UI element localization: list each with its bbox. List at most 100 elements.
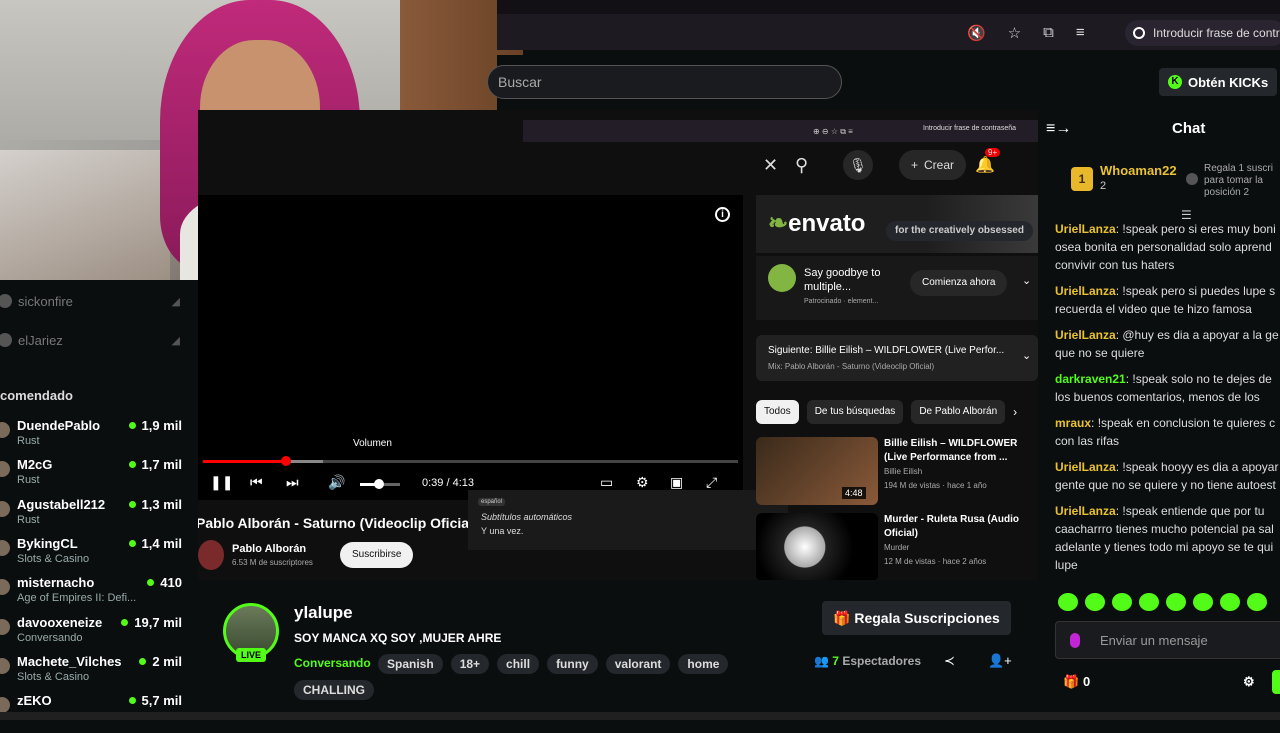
get-kicks-button[interactable]: K Obtén KICKs [1159, 68, 1278, 96]
follow-icon[interactable]: 👤+ [988, 653, 1012, 669]
extensions-icon[interactable]: ⧉ [1043, 24, 1054, 42]
create-button[interactable]: + Crear [899, 150, 967, 180]
volume-icon[interactable]: 🔊 [328, 474, 345, 491]
related-video[interactable]: Murder - Ruleta Rusa (Audio Oficial) Mur… [756, 513, 1038, 580]
chip-all[interactable]: Todos [756, 400, 799, 424]
tag[interactable]: 18+ [450, 654, 490, 674]
pause-icon[interactable]: ❚❚ [210, 474, 233, 491]
mute-tab-icon[interactable]: 🔇 [967, 24, 986, 42]
chevron-right-icon[interactable]: › [1013, 400, 1017, 426]
tag[interactable]: CHALLING [294, 680, 374, 700]
avatar [0, 618, 10, 635]
avatar [0, 579, 10, 596]
send-button[interactable] [1272, 670, 1280, 694]
share-icon[interactable]: ≺ [944, 653, 955, 669]
chat-username[interactable]: UrielLanza [1055, 284, 1116, 298]
gear-icon[interactable]: ⚙ [1243, 674, 1255, 690]
search-icon[interactable]: ⚲ [795, 155, 808, 176]
tag[interactable]: Spanish [378, 654, 443, 674]
chat-username[interactable]: darkraven21 [1055, 372, 1126, 386]
chat-username[interactable]: UrielLanza [1055, 328, 1116, 342]
emote[interactable] [1193, 593, 1213, 611]
up-next-box[interactable]: Siguiente: Billie Eilish – WILDFLOWER (L… [756, 335, 1038, 381]
captions-icon[interactable]: ▭ [600, 474, 613, 491]
live-dot-icon [128, 539, 136, 547]
channel-name[interactable]: ylalupe [294, 603, 353, 623]
next-icon[interactable]: ⏭ [286, 474, 299, 491]
chat-message: mraux: !speak en conclusion te quieres c… [1055, 416, 1279, 448]
sidebar-recommended-item[interactable]: M2cG Rust 1,7 mil [0, 457, 198, 497]
browser-tabs[interactable] [497, 0, 1280, 14]
live-dot-icon [128, 422, 136, 429]
gift-icon[interactable]: 🎁 [1063, 674, 1079, 690]
ad-banner[interactable]: ❧envato for the creatively obsessed [756, 195, 1038, 253]
sidebar-recommended-item[interactable]: misternacho Age of Empires II: Defi... 410 [0, 575, 198, 615]
emote[interactable] [1139, 593, 1159, 611]
mic-icon[interactable]: 🎙 [843, 150, 873, 180]
sidebar-recommended-item[interactable]: Agustabell212 Rust 1,3 mil [0, 497, 198, 537]
stream-category[interactable]: Conversando [294, 656, 371, 670]
sidebar-recommended-item[interactable]: DuendePablo Rust 1,9 mil [0, 418, 198, 458]
sidebar-followed-item[interactable]: sickonfire ◢ [0, 282, 198, 320]
live-badge: LIVE [236, 648, 267, 662]
theater-icon[interactable]: ▣ [670, 474, 683, 491]
video-player[interactable]: ⊕ ⊖ ☆ ⧉ ≡ Introducir frase de contraseña… [198, 110, 1038, 580]
progress-bar[interactable] [203, 456, 738, 466]
chat-username[interactable]: mraux [1055, 416, 1091, 430]
gift-icon [1186, 173, 1198, 185]
volume-slider[interactable] [360, 479, 400, 489]
thumbnail [756, 513, 878, 580]
star-icon[interactable]: ☆ [1008, 24, 1021, 42]
password-prompt[interactable]: Introducir frase de contraseña [1125, 20, 1280, 46]
progress-fill [203, 460, 286, 463]
related-video[interactable]: 4:48 Billie Eilish – WILDFLOWER (Live Pe… [756, 437, 1038, 507]
channel-avatar[interactable] [198, 540, 224, 570]
tag[interactable]: home [678, 654, 729, 674]
kick-coin-icon: K [1168, 75, 1182, 89]
sidebar-recommended-item[interactable]: Machete_Vilches Slots & Casino 2 mil [0, 654, 198, 694]
chat-input[interactable]: Enviar un mensaje [1055, 621, 1280, 659]
close-icon[interactable]: ✕ [763, 155, 778, 176]
sidebar-recommended-item[interactable]: BykingCL Slots & Casino 1,4 mil [0, 536, 198, 576]
channel-name[interactable]: Pablo Alborán [232, 543, 306, 555]
bell-icon[interactable]: 🔔 [975, 155, 995, 175]
tag[interactable]: chill [497, 654, 540, 674]
sidebar: sickonfire ◢ elJariez ◢ comendado Duende… [0, 280, 198, 720]
chevron-down-icon[interactable]: ⌄ [1022, 274, 1031, 287]
chat-message: UrielLanza: !speak pero si eres muy boni… [1055, 222, 1280, 272]
youtube-toolbar: ✕ ⚲ 🎙 + Crear 🔔 9+ [523, 148, 1038, 182]
stream-tags: Spanish 18+ chill funny valorant home [378, 654, 729, 674]
emote[interactable] [1166, 593, 1186, 611]
sidebar-recommended-item[interactable]: davooxeneize Conversando 19,7 mil [0, 615, 198, 655]
chevron-down-icon[interactable]: ⌄ [1022, 349, 1031, 362]
collapse-chat-icon[interactable]: ≡→ [1046, 120, 1071, 138]
chip-searches[interactable]: De tus búsquedas [806, 400, 904, 424]
emote[interactable] [1058, 593, 1078, 611]
chat-username[interactable]: UrielLanza [1055, 460, 1116, 474]
emote[interactable] [1220, 593, 1240, 611]
tag[interactable]: funny [547, 654, 598, 674]
ad-cta-button[interactable]: Comienza ahora [910, 270, 1008, 296]
fullscreen-icon[interactable]: ⤢ [706, 474, 717, 491]
mic-icon[interactable] [1070, 633, 1080, 648]
emote[interactable] [1247, 593, 1267, 611]
gift-subs-button[interactable]: 🎁 Regala Suscripciones [822, 601, 1011, 635]
media-icon[interactable]: ≡ [1076, 24, 1085, 42]
settings-icon[interactable]: ⚙ [636, 474, 649, 491]
previous-icon[interactable]: ⏮ [250, 474, 263, 491]
live-dot-icon [139, 657, 147, 665]
sidebar-followed-item[interactable]: elJariez ◢ [0, 321, 198, 359]
chip-channel[interactable]: De Pablo Alborán [911, 400, 1006, 424]
info-icon[interactable]: i [715, 207, 730, 222]
chat-username[interactable]: UrielLanza [1055, 504, 1116, 518]
progress-knob[interactable] [280, 456, 291, 466]
subscribe-button[interactable]: Suscribirse [340, 542, 414, 568]
tag[interactable]: valorant [605, 654, 671, 674]
emote[interactable] [1085, 593, 1105, 611]
search-input[interactable]: Buscar [487, 65, 842, 99]
chat-username[interactable]: UrielLanza [1055, 222, 1116, 236]
youtube-player[interactable] [198, 195, 743, 500]
subscriber-count: 6.53 M de suscriptores [232, 558, 313, 567]
emote[interactable] [1112, 593, 1132, 611]
live-dot-icon [128, 697, 136, 705]
